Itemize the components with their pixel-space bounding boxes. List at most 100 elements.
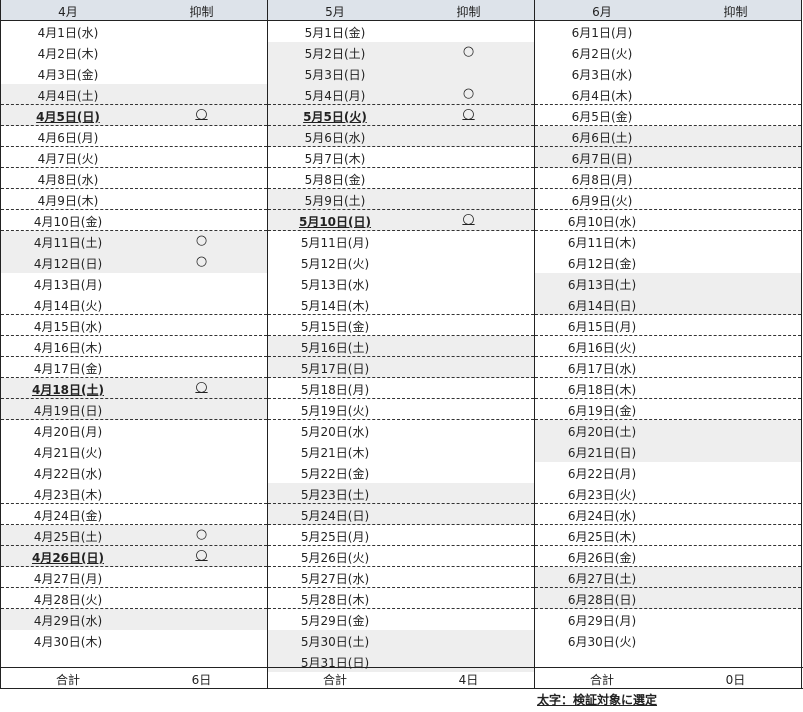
day-row: 6月2日(火) <box>535 42 801 63</box>
day-row: 4月10日(金) <box>1 210 267 231</box>
date-label: 6月30日(火) <box>567 635 637 649</box>
total-value: 0日 <box>725 673 746 687</box>
day-rows: 5月1日(金) 5月2日(土) ○ 5月3日(日) 5月4日(月) ○ 5月5日(火) ○ 5月… <box>268 21 534 672</box>
day-row: 4月28日(火) <box>1 588 267 609</box>
date-label: 5月5日(火) <box>303 110 367 124</box>
day-row: 5月28日(木) <box>268 588 534 609</box>
day-row: 4月15日(水) <box>1 315 267 336</box>
day-row: 5月11日(月) <box>268 231 534 252</box>
date-label: 6月11日(木) <box>567 236 637 250</box>
day-row: 6月1日(月) <box>535 21 801 42</box>
day-row: 5月27日(水) <box>268 567 534 588</box>
date-label: 6月25日(木) <box>567 530 637 544</box>
day-row: 6月17日(水) <box>535 357 801 378</box>
day-row: 4月24日(金) <box>1 504 267 525</box>
date-label: 5月19日(火) <box>300 404 370 418</box>
date-label: 4月16日(木) <box>33 341 103 355</box>
day-row: 5月9日(土) <box>268 189 534 210</box>
day-row: 6月29日(月) <box>535 609 801 630</box>
day-row: 4月26日(日) ○ <box>1 546 267 567</box>
day-row: 4月30日(木) <box>1 630 267 651</box>
day-row: 5月3日(日) <box>268 63 534 84</box>
day-row: 6月9日(火) <box>535 189 801 210</box>
date-label: 6月6日(土) <box>571 131 633 145</box>
date-label: 5月23日(土) <box>300 488 370 502</box>
column-header: 4月 抑制 <box>1 0 267 21</box>
month-column-april: 4月 抑制 4月1日(水) 4月2日(木) 4月3日(金) 4月4日(土) 4月5日(日… <box>0 0 267 689</box>
date-label: 4月25日(土) <box>33 530 103 544</box>
day-row: 4月18日(土) ○ <box>1 378 267 399</box>
date-label: 5月20日(水) <box>300 425 370 439</box>
day-row: 5月23日(土) <box>268 483 534 504</box>
legend-note: 太字：検証対象に選定 <box>537 693 658 707</box>
day-row: 6月6日(土) <box>535 126 801 147</box>
total-cell-april: 合計 6日 <box>0 668 267 688</box>
day-row: 5月24日(日) <box>268 504 534 525</box>
day-row: 4月12日(日) ○ <box>1 252 267 273</box>
day-row: 4月9日(木) <box>1 189 267 210</box>
day-row: 4月16日(木) <box>1 336 267 357</box>
day-row: 4月14日(火) <box>1 294 267 315</box>
suppression-mark: ○ <box>195 106 208 122</box>
day-row: 4月17日(金) <box>1 357 267 378</box>
day-row: 4月4日(土) <box>1 84 267 105</box>
day-row: 6月10日(水) <box>535 210 801 231</box>
date-label: 6月7日(日) <box>571 152 633 166</box>
day-row: 4月21日(火) <box>1 441 267 462</box>
date-label: 4月24日(金) <box>33 509 103 523</box>
date-label: 5月24日(日) <box>300 509 370 523</box>
day-row: 5月16日(土) <box>268 336 534 357</box>
day-row: 4月11日(土) ○ <box>1 231 267 252</box>
date-label: 4月18日(土) <box>31 383 105 397</box>
date-label: 5月30日(土) <box>300 635 370 649</box>
day-row: 4月7日(火) <box>1 147 267 168</box>
day-rows: 4月1日(水) 4月2日(木) 4月3日(金) 4月4日(土) 4月5日(日) ○ 4月6日… <box>1 21 267 672</box>
total-label: 合計 <box>322 673 347 687</box>
date-label: 6月28日(日) <box>567 593 637 607</box>
total-value: 6日 <box>191 673 212 687</box>
date-label: 4月3日(金) <box>37 68 99 82</box>
date-label: 4月22日(水) <box>33 467 103 481</box>
date-label: 6月14日(日) <box>567 299 637 313</box>
day-row: 6月27日(土) <box>535 567 801 588</box>
suppression-mark: ○ <box>195 547 208 563</box>
date-label: 6月8日(月) <box>571 173 633 187</box>
date-label: 4月20日(月) <box>33 425 103 439</box>
date-label: 5月16日(土) <box>300 341 370 355</box>
month-header-label: 4月 <box>58 5 78 19</box>
day-row: 5月6日(水) <box>268 126 534 147</box>
day-row: 6月30日(火) <box>535 630 801 651</box>
date-label: 6月18日(木) <box>567 383 637 397</box>
total-cell-may: 合計 4日 <box>267 668 534 688</box>
day-row: 6月22日(月) <box>535 462 801 483</box>
date-label: 6月22日(月) <box>567 467 637 481</box>
day-row: 6月28日(日) <box>535 588 801 609</box>
date-label: 4月6日(月) <box>37 131 99 145</box>
date-label: 6月9日(火) <box>571 194 633 208</box>
day-row: 6月15日(月) <box>535 315 801 336</box>
date-label: 5月18日(月) <box>300 383 370 397</box>
day-row: 5月10日(日) ○ <box>268 210 534 231</box>
day-row: 5月4日(月) ○ <box>268 84 534 105</box>
date-label: 6月17日(水) <box>567 362 637 376</box>
day-rows: 6月1日(月) 6月2日(火) 6月3日(水) 6月4日(木) 6月5日(金) 6月6日(… <box>535 21 801 672</box>
day-row: 4月23日(木) <box>1 483 267 504</box>
date-label: 5月1日(金) <box>304 26 366 40</box>
suppression-mark: ○ <box>195 527 208 542</box>
date-label: 5月3日(日) <box>304 68 366 82</box>
day-row: 4月22日(水) <box>1 462 267 483</box>
day-row: 5月2日(土) ○ <box>268 42 534 63</box>
date-label: 6月10日(水) <box>567 215 637 229</box>
day-row: 5月13日(水) <box>268 273 534 294</box>
day-row: 5月21日(木) <box>268 441 534 462</box>
date-label: 5月8日(金) <box>304 173 366 187</box>
date-label: 4月13日(月) <box>33 278 103 292</box>
day-row: 6月12日(金) <box>535 252 801 273</box>
date-label: 4月27日(月) <box>33 572 103 586</box>
date-label: 4月8日(水) <box>37 173 99 187</box>
date-label: 4月7日(火) <box>37 152 99 166</box>
date-label: 6月27日(土) <box>567 572 637 586</box>
day-row: 5月5日(火) ○ <box>268 105 534 126</box>
column-header: 5月 抑制 <box>268 0 534 21</box>
date-label: 5月7日(木) <box>304 152 366 166</box>
